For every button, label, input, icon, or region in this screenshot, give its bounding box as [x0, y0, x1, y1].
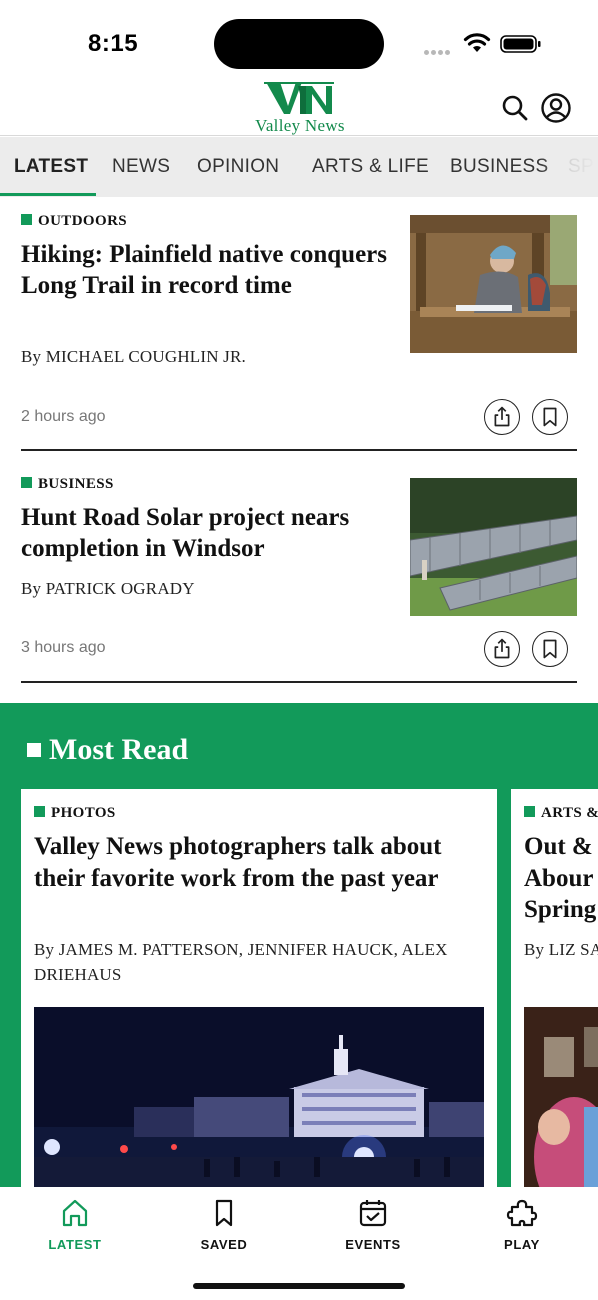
battery-icon — [500, 35, 541, 53]
logo-mark — [264, 82, 334, 114]
most-read-card[interactable]: ARTS & Out & Abour Spring By LIZ SA — [511, 789, 598, 1203]
article-card[interactable]: BUSINESS Hunt Road Solar project nears c… — [21, 473, 577, 683]
card-image[interactable] — [524, 1007, 598, 1203]
home-icon — [62, 1199, 88, 1227]
article-section: OUTDOORS — [21, 213, 127, 230]
logo-wordmark: Valley News — [255, 116, 345, 135]
account-icon[interactable] — [540, 92, 572, 124]
most-read-title-text: Most Read — [49, 733, 189, 766]
tabs-fade — [538, 137, 598, 197]
night-campus-photo — [34, 1007, 484, 1203]
status-time: 8:15 — [88, 30, 139, 57]
most-read-section: Most Read PHOTOS Valley News photographe… — [0, 703, 598, 1203]
solar-photo — [410, 478, 577, 616]
app-header: Valley News — [0, 78, 598, 136]
article-byline: By PATRICK OGRADY — [21, 579, 195, 598]
card-headline[interactable]: Valley News photographers talk about the… — [34, 831, 474, 894]
status-bar: 8:15 — [0, 0, 598, 80]
bookmark-icon[interactable] — [532, 631, 568, 667]
home-indicator — [193, 1283, 405, 1289]
nav-play[interactable]: PLAY — [467, 1197, 577, 1259]
article-section: BUSINESS — [21, 476, 114, 493]
card-byline: By JAMES M. PATTERSON, JENNIFER HAUCK, A… — [34, 940, 448, 984]
card-image[interactable] — [34, 1007, 484, 1203]
article-headline[interactable]: Hiking: Plainfield native conquers Long … — [21, 239, 401, 301]
section-tabs: LATEST NEWS OPINION ARTS & LIFE BUSINESS… — [0, 137, 598, 197]
section-label: OUTDOORS — [38, 213, 128, 229]
cellular-signal-icon — [424, 42, 454, 55]
tab-opinion[interactable]: OPINION — [197, 156, 279, 178]
wifi-icon — [463, 33, 491, 52]
article-time: 3 hours ago — [21, 639, 106, 656]
nav-label: SAVED — [200, 1237, 248, 1252]
bookmark-icon — [215, 1199, 233, 1227]
card-section: PHOTOS — [34, 805, 116, 822]
section-label: PHOTOS — [51, 805, 116, 821]
section-label: BUSINESS — [38, 476, 114, 492]
puzzle-icon — [506, 1199, 538, 1227]
tab-arts-life[interactable]: ARTS & LIFE — [312, 156, 429, 178]
share-icon[interactable] — [484, 399, 520, 435]
hiker-photo — [410, 215, 577, 353]
article-time: 2 hours ago — [21, 408, 106, 425]
party-photo — [524, 1007, 598, 1203]
search-icon[interactable] — [500, 93, 530, 123]
tab-news[interactable]: NEWS — [112, 156, 170, 178]
card-byline: By LIZ SA — [524, 940, 598, 959]
nav-label: EVENTS — [345, 1237, 401, 1252]
article-thumbnail[interactable] — [410, 215, 577, 353]
card-headline[interactable]: Out & Abour Spring — [524, 831, 598, 926]
calendar-icon — [359, 1200, 387, 1227]
article-card[interactable]: OUTDOORS Hiking: Plainfield native conqu… — [21, 210, 577, 451]
share-icon[interactable] — [484, 631, 520, 667]
active-tab-indicator — [0, 193, 96, 196]
bottom-navigation: LATEST SAVED EVENTS PLAY — [0, 1187, 598, 1300]
nav-latest[interactable]: LATEST — [20, 1197, 130, 1259]
most-read-card[interactable]: PHOTOS Valley News photographers talk ab… — [21, 789, 497, 1203]
most-read-title: Most Read — [27, 733, 188, 767]
tab-latest[interactable]: LATEST — [14, 156, 88, 178]
nav-saved[interactable]: SAVED — [169, 1197, 279, 1259]
section-label: ARTS & — [541, 805, 598, 821]
nav-label: LATEST — [48, 1237, 102, 1252]
nav-events[interactable]: EVENTS — [318, 1197, 428, 1259]
bookmark-icon[interactable] — [532, 399, 568, 435]
article-thumbnail[interactable] — [410, 478, 577, 616]
article-byline: By MICHAEL COUGHLIN JR. — [21, 347, 246, 366]
card-section: ARTS & — [524, 805, 598, 822]
article-headline[interactable]: Hunt Road Solar project nears completion… — [21, 502, 401, 564]
dynamic-island — [214, 19, 384, 69]
valley-news-logo[interactable]: Valley News — [236, 80, 364, 136]
nav-label: PLAY — [504, 1237, 540, 1252]
tab-business[interactable]: BUSINESS — [450, 156, 549, 178]
